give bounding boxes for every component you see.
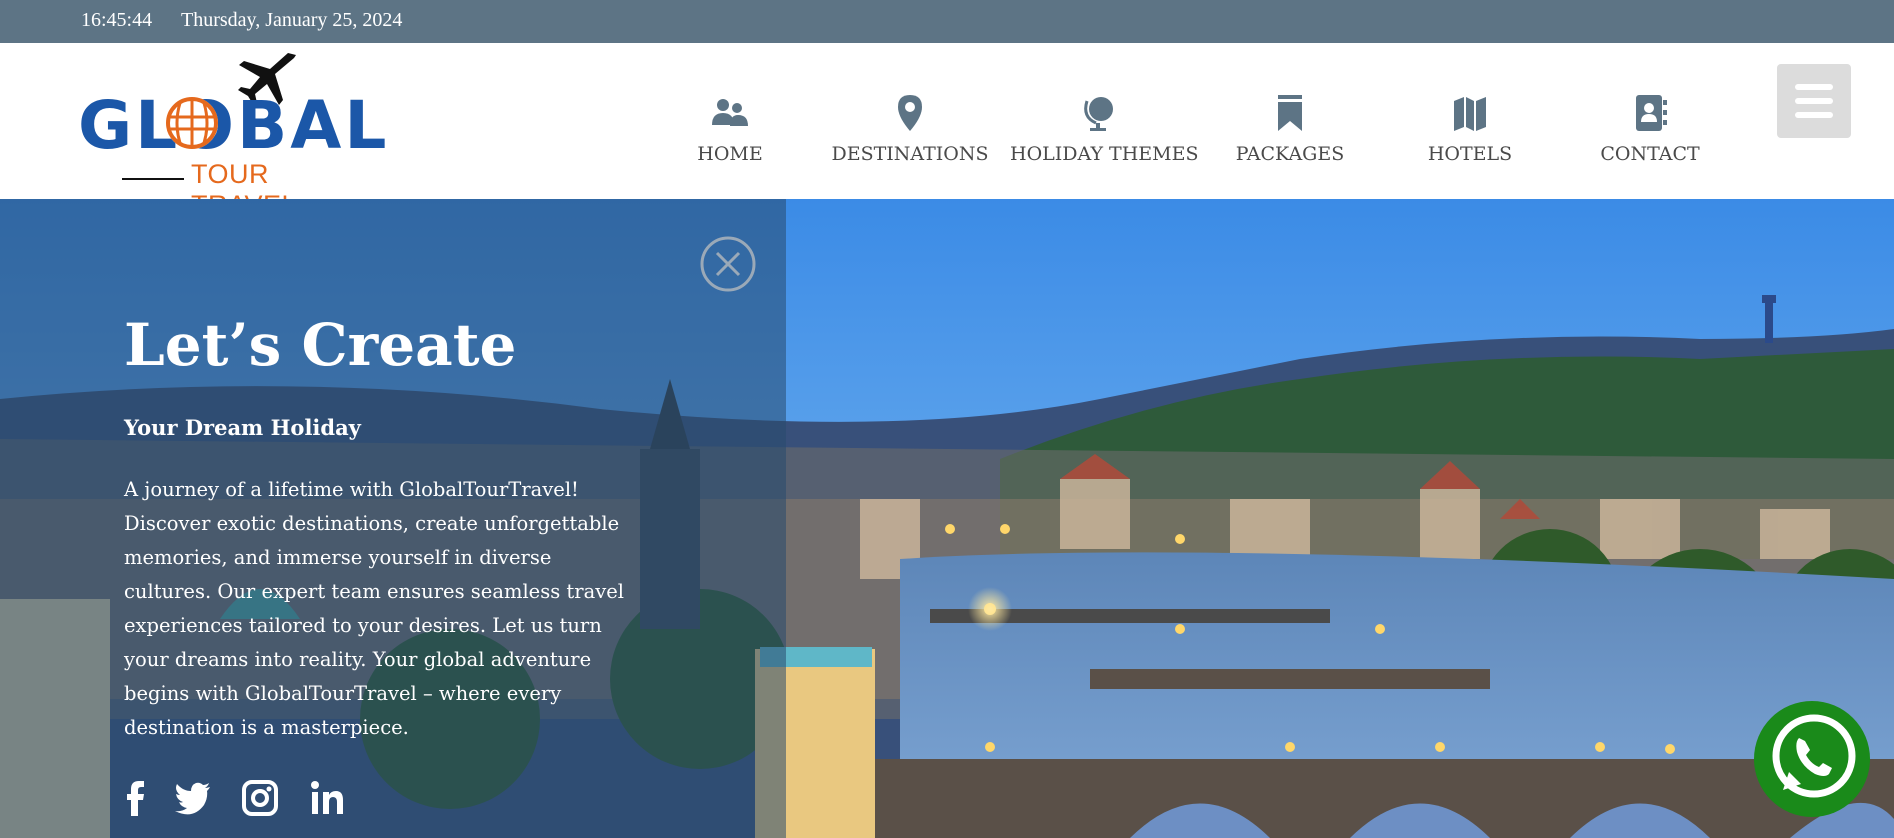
facebook-icon[interactable] xyxy=(116,778,156,818)
hamburger-menu-button[interactable] xyxy=(1777,64,1851,138)
whatsapp-icon[interactable] xyxy=(1753,700,1871,818)
bookmark-icon xyxy=(1278,95,1302,131)
nav-item-destinations[interactable]: DESTINATIONS xyxy=(830,67,990,177)
address-book-icon xyxy=(1636,95,1667,131)
hero-subtitle: Your Dream Holiday xyxy=(124,415,361,440)
clock-time: 16:45:44 xyxy=(81,9,153,31)
site-logo[interactable]: GLOBAL TOUR TRAVEL xyxy=(78,49,386,220)
hero-title: Let’s Create xyxy=(124,311,517,379)
linkedin-icon[interactable] xyxy=(307,778,347,818)
instagram-icon[interactable] xyxy=(240,778,280,818)
hero-section: Let’s Create Your Dream Holiday A journe… xyxy=(0,199,1894,838)
nav-item-packages[interactable]: PACKAGES xyxy=(1230,67,1350,177)
map-pin-icon xyxy=(898,95,922,131)
users-icon xyxy=(712,99,748,126)
hamburger-bar xyxy=(1795,112,1833,118)
top-info-bar: 16:45:44 Thursday, January 25, 2024 xyxy=(0,0,1894,43)
hamburger-bar xyxy=(1795,84,1833,90)
nav-item-contact[interactable]: CONTACT xyxy=(1590,67,1710,177)
nav-label-contact: CONTACT xyxy=(1600,143,1700,165)
logo-wordmark: GLOBAL xyxy=(78,87,390,164)
nav-label-destinations: DESTINATIONS xyxy=(831,143,989,165)
map-icon xyxy=(1454,97,1486,131)
current-date: Thursday, January 25, 2024 xyxy=(181,9,403,31)
nav-item-hotels[interactable]: HOTELS xyxy=(1410,67,1530,177)
globe-icon xyxy=(1084,97,1113,131)
hero-description: A journey of a lifetime with GlobalTourT… xyxy=(124,478,625,739)
site-header: GLOBAL TOUR TRAVEL HOME DESTINATIONS xyxy=(0,43,1894,220)
globe-logo-mark xyxy=(166,97,218,149)
close-circle-icon[interactable] xyxy=(699,235,757,293)
nav-item-holiday-themes[interactable]: HOLIDAY THEMES xyxy=(1010,67,1199,177)
hamburger-bar xyxy=(1795,98,1833,104)
twitter-icon[interactable] xyxy=(173,778,213,818)
hero-overlay-panel: Let’s Create Your Dream Holiday A journe… xyxy=(0,199,786,838)
nav-label-holiday-themes: HOLIDAY THEMES xyxy=(1010,143,1199,165)
nav-label-home: HOME xyxy=(697,143,763,165)
nav-item-home[interactable]: HOME xyxy=(690,67,770,177)
nav-label-hotels: HOTELS xyxy=(1427,143,1513,165)
logo-divider-line xyxy=(122,178,184,180)
nav-label-packages: PACKAGES xyxy=(1235,143,1345,165)
